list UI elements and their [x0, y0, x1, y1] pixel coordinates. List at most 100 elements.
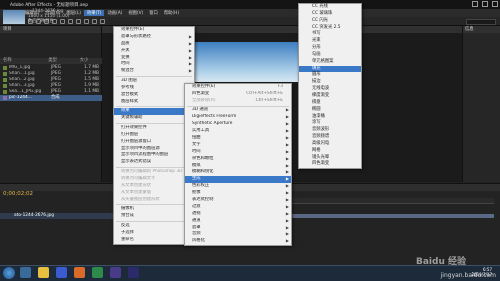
menu-item[interactable]: 抠像 ▶ [185, 190, 291, 197]
menu-item[interactable]: 子选择▶ [114, 230, 194, 237]
menu-item[interactable]: 色彩校正 ▶ [185, 183, 291, 190]
menu-help[interactable]: 帮助(H) [161, 10, 181, 16]
menu-item[interactable]: 椭圆 [299, 107, 361, 114]
menu-item[interactable]: 书写 [299, 31, 361, 38]
menu-item[interactable]: 杂色和颗粒 ▶ [185, 156, 291, 163]
maximize-button[interactable] [482, 1, 488, 7]
after-effects-icon[interactable] [128, 267, 139, 278]
menu-item[interactable]: 模拟 ▶ [185, 163, 291, 170]
submenu-arrow-icon: ▶ [285, 121, 289, 127]
menu-item[interactable]: 生成 ▶ [185, 176, 291, 184]
menu-item[interactable]: 遮罩与形状路径 ▶ [114, 34, 194, 41]
search-input[interactable] [466, 18, 496, 25]
explorer-icon[interactable] [38, 267, 49, 278]
menu-item[interactable]: 图层样式▶ [114, 99, 194, 106]
menu-item[interactable]: 分形 [299, 45, 361, 52]
effect-menu: 效果控件(E) 遮罩与形状路径 ▶ 品质 ▶ 开关 ▶ 变换 ▶ 时间 ▶ 帧混合 ▶ 3D 图层 参考线混… [113, 26, 195, 245]
timecode[interactable]: 0;00;02;02 [3, 191, 33, 197]
menu-item[interactable]: 勾画 [299, 52, 361, 59]
menu-item-label: 品质 [121, 40, 130, 46]
eraser-tool-icon[interactable] [100, 19, 105, 24]
menu-view[interactable]: 视图(V) [126, 10, 146, 16]
menu-item[interactable]: CC 闪光 [299, 18, 361, 25]
menu-item-label: 音频 [192, 231, 201, 237]
menu-item[interactable]: 效果控件(E) [114, 27, 194, 34]
menu-window[interactable]: 窗口 [147, 10, 161, 16]
menu-item[interactable]: 梯度渐变 [299, 93, 361, 100]
menu-item[interactable]: 显示项目中的图层源 [114, 146, 194, 153]
menu-item[interactable]: 音频波形 [299, 127, 361, 134]
menu-item[interactable]: 重命名 [114, 237, 194, 244]
menu-item[interactable]: 表达式控制 ▶ [185, 197, 291, 204]
menu-item[interactable]: 过渡 ▶ [185, 204, 291, 211]
menu-item[interactable]: 透视 ▶ [185, 211, 291, 218]
menu-item[interactable]: 网格 [299, 148, 361, 155]
menu-item[interactable]: Synthetic Aperture ▶ [185, 121, 291, 128]
menu-item[interactable]: 圆形 [299, 72, 361, 79]
menu-item[interactable]: 棋盘 [299, 100, 361, 107]
menu-item[interactable]: 显示项目流程图中的图层 [114, 152, 194, 159]
menu-item[interactable]: 通道 ▶ [185, 218, 291, 225]
menu-item[interactable]: 打开效果控件 [114, 125, 194, 132]
menu-item[interactable]: Digieffects FreeForm ▶ [185, 114, 291, 121]
menu-item[interactable]: 反选 [114, 223, 194, 230]
menu-item[interactable]: 显示表达式错误 [114, 159, 194, 166]
menu-item[interactable]: 镜头光晕 [299, 155, 361, 162]
menu-item[interactable]: 3D 通道 ▶ [185, 107, 291, 114]
menu-item[interactable]: 无线电波 [299, 86, 361, 93]
menu-item[interactable]: CC 突发光 2.5 [299, 25, 361, 32]
menu-item[interactable]: 帧混合 ▶ [114, 68, 194, 75]
menu-item[interactable]: CC 玻璃珠 [299, 11, 361, 18]
menu-item[interactable]: 光束 [299, 38, 361, 45]
menu-item[interactable]: 预合成 [114, 213, 194, 220]
menu-item[interactable]: CC 光线 [299, 4, 361, 11]
menu-item[interactable]: 摄像机▶ [114, 206, 194, 213]
menu-item[interactable]: 参考线 [114, 85, 194, 92]
menu-item[interactable]: 四色渐变 [299, 161, 361, 168]
menu-item[interactable]: 音频 ▶ [185, 231, 291, 238]
menu-item[interactable]: 时间 ▶ [185, 149, 291, 156]
menu-item[interactable]: 扭曲 ▶ [185, 135, 291, 142]
menu-item[interactable]: 开关 ▶ [114, 48, 194, 55]
menu-item[interactable]: 油漆桶 [299, 114, 361, 121]
menu-item[interactable]: 涂写 [299, 120, 361, 127]
list-item-selected[interactable]: pic-1244... 合成 [0, 95, 102, 101]
menu-item[interactable]: 填充 [299, 65, 361, 73]
close-button[interactable] [492, 1, 498, 7]
menu-item[interactable]: 变换 ▶ [114, 55, 194, 62]
menu-item[interactable]: 文字 ▶ [185, 142, 291, 149]
ie-icon[interactable] [20, 267, 31, 278]
menu-item-label: 显示项目流程图中的图层 [121, 152, 169, 158]
menu-item-label: 打开效果控件 [121, 124, 147, 130]
menu-item[interactable]: 模糊和锐化 ▶ [185, 169, 291, 176]
menu-item[interactable]: 时间 ▶ [114, 61, 194, 68]
menu-item[interactable]: 遮罩 ▶ [185, 225, 291, 232]
start-button-icon[interactable] [3, 267, 15, 279]
menu-animation[interactable]: 动画(A) [105, 10, 125, 16]
menu-item[interactable]: 音频频谱 [299, 134, 361, 141]
premiere-icon[interactable] [110, 267, 121, 278]
minimize-button[interactable] [472, 1, 478, 7]
menu-item[interactable]: 描边 [299, 79, 361, 86]
project-panel: 项目 [0, 26, 102, 182]
firefox-icon[interactable] [74, 267, 85, 278]
column-name[interactable]: 名称 [3, 58, 47, 64]
menu-item[interactable]: 关键帧辅助▶ [114, 115, 194, 122]
menu-item[interactable]: 风格化 ▶ [185, 238, 291, 245]
menu-item[interactable]: 单元格图案 [299, 59, 361, 66]
menu-item[interactable]: 实用工具 ▶ [185, 128, 291, 135]
menu-item[interactable]: 打开图层源窗口 [114, 139, 194, 146]
menu-item[interactable]: 品质 ▶ [114, 41, 194, 48]
menu-item[interactable]: 效果控件(E) F3 [185, 84, 291, 91]
media-icon[interactable] [56, 267, 67, 278]
menu-item[interactable]: 混合模式▶ [114, 92, 194, 99]
column-size[interactable]: 大小 [80, 58, 89, 63]
column-type[interactable]: 类型 [48, 58, 78, 64]
app-icon[interactable] [92, 267, 103, 278]
menu-item[interactable]: 高级闪电 [299, 141, 361, 148]
menu-item[interactable]: 效果▶ [114, 108, 194, 116]
menu-item[interactable]: 四色渐变 Ctrl+Alt+Shift+E [185, 91, 291, 98]
menu-item-label: 3D 图层 [121, 78, 138, 84]
menu-item[interactable]: 打开图层 [114, 132, 194, 139]
menu-item[interactable]: 3D 图层 [114, 78, 194, 85]
